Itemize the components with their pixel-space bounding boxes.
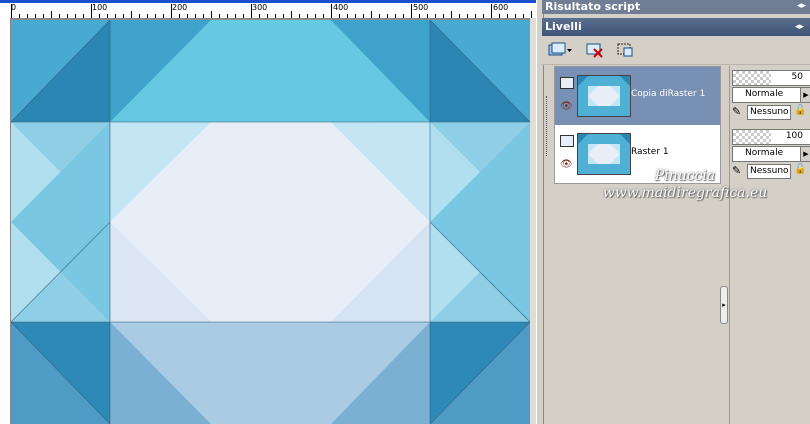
chevron-right-icon[interactable]: ▶: [800, 147, 810, 161]
vertical-ruler: [0, 18, 11, 424]
canvas-area[interactable]: 0 100 200 300 400 500 600: [0, 0, 536, 424]
delete-layer-icon: [586, 43, 603, 58]
mask-icon: [617, 43, 633, 57]
layer-name: Raster 1: [631, 147, 669, 157]
watermark-line-1: Pinuccia: [654, 168, 716, 184]
new-layer-button[interactable]: [546, 40, 574, 60]
layer-properties: 50 Normale ▶ ✎ Nessuno 🔓 100 Normale ▶ ✎…: [729, 66, 810, 424]
watermark-line-2: www.maidiregrafica.eu: [602, 185, 768, 201]
mask-value: Nessuno: [750, 107, 789, 117]
layered-image[interactable]: [11, 20, 530, 424]
mask-row-layer-1: ✎ Nessuno 🔓: [732, 105, 810, 120]
layers-title: Livelli: [545, 20, 582, 33]
layers-list: 👁 Copia diRaster 1 👁 Raster 1: [554, 66, 721, 184]
layer-type-icon: [560, 77, 574, 89]
brush-icon[interactable]: ✎: [732, 105, 746, 119]
panel-collapse-handle[interactable]: ▸: [720, 286, 728, 324]
lock-icon[interactable]: 🔓: [794, 164, 808, 178]
eye-icon[interactable]: 👁: [560, 101, 573, 112]
blend-mode-select-layer-2[interactable]: Normale ▶: [732, 146, 810, 162]
opacity-checker: [733, 71, 771, 85]
layer-group-connector: [546, 96, 553, 156]
blend-mode-value: Normale: [745, 89, 784, 99]
watermark: Pinuccia www.maidiregrafica.eu: [580, 168, 790, 202]
layer-name: Copia diRaster 1: [631, 89, 706, 99]
new-layer-icon: [548, 42, 572, 56]
collapse-arrows-icon[interactable]: ◂▸: [797, 0, 806, 13]
layer-type-icon: [560, 135, 574, 147]
script-output-titlebar[interactable]: Risultato script ◂▸: [542, 0, 810, 14]
opacity-slider-layer-1[interactable]: 50: [732, 70, 810, 86]
horizontal-ruler: 0 100 200 300 400 500 600: [0, 0, 536, 19]
mask-button[interactable]: [614, 40, 636, 60]
blend-mode-select-layer-1[interactable]: Normale ▶: [732, 87, 810, 103]
layer-row-copy-raster-1[interactable]: 👁 Copia diRaster 1: [555, 67, 720, 125]
lock-icon[interactable]: 🔓: [794, 105, 808, 119]
opacity-value: 50: [791, 72, 803, 82]
layers-titlebar[interactable]: Livelli ◂▸: [542, 18, 810, 36]
mask-field[interactable]: Nessuno: [747, 105, 791, 120]
chevron-right-icon[interactable]: ▶: [800, 88, 810, 102]
layer-thumbnail: [577, 75, 631, 117]
opacity-slider-layer-2[interactable]: 100: [732, 129, 810, 145]
ruler-ticks: [11, 4, 532, 18]
layers-toolbar: [542, 36, 810, 65]
script-output-title: Risultato script: [545, 0, 641, 13]
blend-mode-value: Normale: [745, 148, 784, 158]
eye-icon[interactable]: 👁: [560, 159, 573, 170]
collapse-arrows-icon[interactable]: ◂▸: [795, 18, 804, 36]
delete-layer-button[interactable]: [584, 40, 606, 60]
opacity-checker: [733, 130, 771, 144]
opacity-value: 100: [785, 131, 803, 141]
